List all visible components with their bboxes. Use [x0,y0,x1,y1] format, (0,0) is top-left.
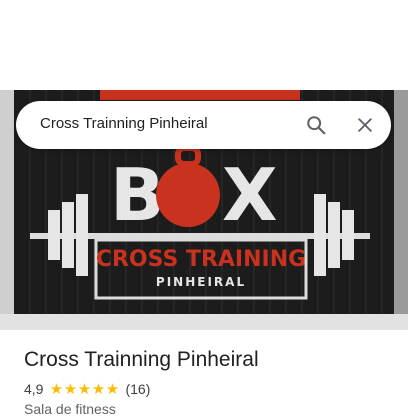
sign-box-x: X [222,153,278,237]
place-info: Cross Trainning Pinheiral 4,9 ★ ★ ★ ★ ★ … [24,346,394,417]
kettlebell-icon [156,163,220,227]
place-name: Cross Trainning Pinheiral [24,348,259,371]
search-bar[interactable]: Cross Trainning Pinheiral [16,101,391,149]
close-icon [358,118,372,132]
rating-value: 4,9 [24,381,44,397]
search-button[interactable] [302,111,330,139]
sign-cross-training: CROSS TRAINING [96,247,306,272]
rating-stars: ★ ★ ★ ★ ★ [49,382,119,397]
review-count[interactable]: (16) [125,381,150,397]
place-category: Sala de fitness [24,401,116,417]
star-icon: ★ [77,380,92,398]
sign-pinheiral: PINHEIRAL [156,275,246,289]
rating-row[interactable]: 4,9 ★ ★ ★ ★ ★ (16) [24,380,394,398]
star-icon: ★ [49,380,64,398]
star-icon: ★ [105,380,120,398]
star-icon: ★ [91,380,106,398]
search-input[interactable]: Cross Trainning Pinheiral [40,115,208,132]
close-button[interactable] [351,111,379,139]
search-icon [307,116,326,135]
star-icon: ★ [63,380,78,398]
